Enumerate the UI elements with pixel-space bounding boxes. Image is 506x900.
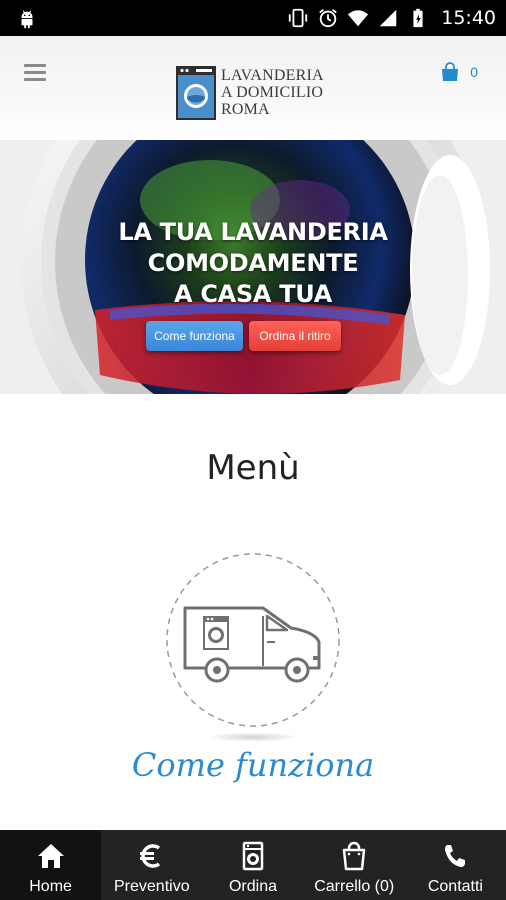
brand-logo[interactable]: LAVANDERIA A DOMICILIO ROMA [176, 66, 336, 126]
alarm-icon [319, 9, 338, 28]
hero-title-line-1: LA TUA LAVANDERIA [118, 218, 388, 246]
app-header: LAVANDERIA A DOMICILIO ROMA 0 [0, 36, 506, 140]
order-pickup-button[interactable]: Ordina il ritiro [249, 321, 341, 351]
nav-ordina[interactable]: Ordina [202, 830, 303, 900]
how-it-works-label[interactable]: Come funziona [0, 746, 506, 784]
header-cart-button[interactable]: 0 [440, 62, 478, 82]
how-it-works-feature[interactable] [163, 550, 343, 730]
hamburger-icon[interactable] [24, 64, 46, 82]
home-icon [37, 844, 64, 868]
washing-machine-icon [242, 841, 264, 871]
signal-icon [379, 9, 397, 27]
hero-title-line-3: A CASA TUA [173, 280, 333, 308]
battery-icon [413, 8, 423, 28]
delivery-van-icon [166, 553, 340, 727]
logo-text: LAVANDERIA A DOMICILIO ROMA [221, 67, 324, 118]
nav-home[interactable]: Home [0, 830, 102, 900]
app-screen: 15:40 LAVANDERIA A DOMICILIO ROMA 0 LA T… [0, 0, 506, 900]
feature-shadow [207, 732, 299, 742]
nav-contatti[interactable]: Contatti [405, 830, 506, 900]
hero-title-line-2: COMODAMENTE [147, 249, 359, 277]
logo-line-1: LAVANDERIA [221, 67, 324, 84]
logo-line-2: A DOMICILIO [221, 84, 324, 101]
nav-contatti-label: Contatti [427, 878, 483, 895]
nav-ordina-label: Ordina [228, 878, 278, 895]
euro-icon [139, 844, 160, 868]
washing-machine-logo-icon [176, 66, 216, 120]
bottom-navigation: Home Preventivo Ordina Carrello (0) Cont… [0, 830, 506, 900]
how-it-works-button[interactable]: Come funziona [146, 321, 243, 351]
menu-title: Menù [206, 448, 300, 488]
phone-icon [445, 845, 466, 867]
nav-carrello[interactable]: Carrello (0) [304, 830, 405, 900]
nav-preventivo-label: Preventivo [114, 878, 190, 895]
hero-banner: LA TUA LAVANDERIA COMODAMENTE A CASA TUA… [0, 140, 506, 394]
shopping-bag-icon [442, 62, 459, 81]
clock-time: 15:40 [441, 7, 496, 29]
logo-line-3: ROMA [221, 101, 270, 118]
vibrate-icon [289, 8, 308, 28]
nav-carrello-label: Carrello (0) [314, 878, 395, 895]
android-icon [21, 10, 33, 29]
wifi-icon [348, 10, 369, 27]
cart-count: 0 [470, 64, 478, 80]
nav-home-label: Home [29, 878, 72, 895]
shopping-bag-icon [342, 841, 366, 871]
nav-preventivo[interactable]: Preventivo [101, 830, 202, 900]
hero-title: LA TUA LAVANDERIA COMODAMENTE A CASA TUA [0, 217, 506, 310]
status-bar: 15:40 [0, 0, 506, 36]
